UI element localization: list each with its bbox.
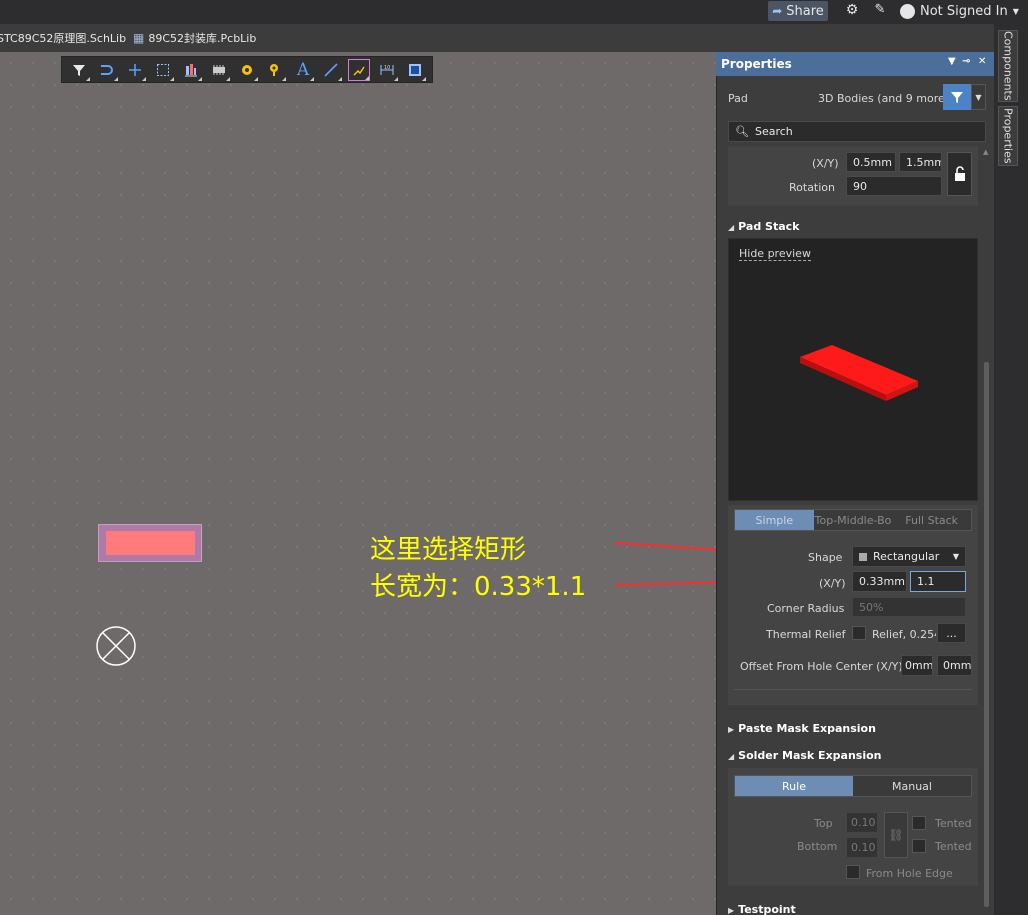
expand-icon: ▶ (728, 725, 735, 734)
y-location-input[interactable]: 1.5mm (899, 152, 942, 172)
expand-icon: ▶ (728, 906, 735, 915)
panel-header: Properties ▼ ⊸ ✕ (716, 52, 994, 76)
collapse-icon: ◢ (728, 752, 735, 761)
lock-icon (954, 166, 965, 181)
panel-title: Properties (721, 57, 792, 71)
filter-icon (951, 92, 963, 103)
mask-mode-switch: Rule Manual (734, 775, 972, 797)
testpoint-title: Testpoint (738, 903, 796, 915)
filter-button[interactable] (943, 84, 971, 110)
side-tab-properties[interactable]: Properties (998, 106, 1018, 166)
search-input[interactable]: 🔍︎ Search (728, 121, 986, 142)
pad-stack-title: Pad Stack (738, 220, 800, 233)
divider (734, 689, 972, 690)
testpoint-header[interactable]: ▶ Testpoint (728, 903, 796, 915)
panel-scrollbar[interactable] (984, 362, 989, 907)
top-expansion-input[interactable]: 0.10 (846, 812, 878, 833)
paste-mask-header[interactable]: ▶ Paste Mask Expansion (728, 722, 876, 735)
from-hole-edge-checkbox[interactable] (846, 865, 860, 879)
shape-select[interactable]: Rectangular ▼ (852, 546, 966, 567)
shape-label: Shape (808, 551, 843, 564)
rotation-label: Rotation (789, 181, 836, 194)
pad-3d-preview (800, 345, 918, 401)
corner-radius-input[interactable]: 50% (852, 597, 966, 617)
size-x-input[interactable]: 0.33mm (852, 571, 907, 592)
thermal-relief-edit-button[interactable]: ... (937, 623, 966, 643)
panel-menu-icon[interactable]: ▼ (948, 56, 956, 67)
thermal-relief-value: Relief, 0.254r (872, 628, 936, 641)
mode-simple[interactable]: Simple (735, 510, 814, 530)
scroll-up-icon[interactable]: ▲ (983, 148, 989, 156)
mode-top-middle-bottom[interactable]: Top-Middle-Bo (813, 510, 893, 530)
filter-summary[interactable]: 3D Bodies (and 9 more) (818, 92, 949, 105)
lock-button[interactable] (947, 152, 972, 196)
collapse-icon: ◢ (728, 223, 735, 232)
search-icon: 🔍︎ (735, 125, 749, 138)
shape-value: Rectangular (873, 550, 940, 563)
filter-dropdown[interactable]: ▼ (971, 84, 986, 110)
rotation-input[interactable]: 90 (846, 176, 942, 196)
pad-preview: Hide preview (728, 238, 978, 501)
solder-mask-title: Solder Mask Expansion (738, 749, 882, 762)
xy-label: (X/Y) (812, 157, 839, 170)
mode-full-stack[interactable]: Full Stack (892, 510, 972, 530)
top-label: Top (814, 817, 833, 830)
object-type-label: Pad (728, 92, 748, 105)
bottom-label: Bottom (797, 840, 838, 853)
stack-mode-switch: Simple Top-Middle-Bo Full Stack (734, 509, 972, 531)
offset-y-input[interactable]: 0mm (937, 655, 972, 676)
mode-manual[interactable]: Manual (853, 776, 971, 796)
from-hole-edge-label: From Hole Edge (866, 867, 953, 880)
link-icon[interactable]: ⛓ (884, 812, 908, 858)
size-y-input[interactable]: 1.1 (910, 571, 966, 592)
paste-mask-title: Paste Mask Expansion (738, 722, 876, 735)
bottom-expansion-input[interactable]: 0.10 (846, 837, 878, 858)
chevron-down-icon: ▼ (952, 552, 959, 561)
tented-top-checkbox[interactable] (912, 816, 926, 830)
side-tab-components[interactable]: Components (998, 30, 1018, 102)
rectangle-shape-icon (859, 552, 867, 561)
close-icon[interactable]: ✕ (978, 56, 986, 67)
mode-rule[interactable]: Rule (735, 776, 853, 796)
tented-bottom-label: Tented (935, 840, 972, 853)
x-location-input[interactable]: 0.5mm (846, 152, 896, 172)
search-placeholder: Search (754, 125, 793, 138)
thermal-relief-label: Thermal Relief (766, 628, 846, 641)
size-xy-label: (X/Y) (819, 577, 846, 590)
offset-x-input[interactable]: 0mm (901, 655, 933, 676)
solder-mask-header[interactable]: ◢ Solder Mask Expansion (728, 749, 882, 762)
thermal-relief-checkbox[interactable] (852, 626, 866, 640)
tented-bottom-checkbox[interactable] (912, 839, 926, 853)
pin-icon[interactable]: ⊸ (962, 56, 970, 67)
pad-stack-header[interactable]: ◢ Pad Stack (728, 220, 800, 233)
offset-label: Offset From Hole Center (X/Y) (740, 660, 903, 673)
tented-top-label: Tented (935, 817, 972, 830)
corner-radius-label: Corner Radius (767, 602, 845, 615)
